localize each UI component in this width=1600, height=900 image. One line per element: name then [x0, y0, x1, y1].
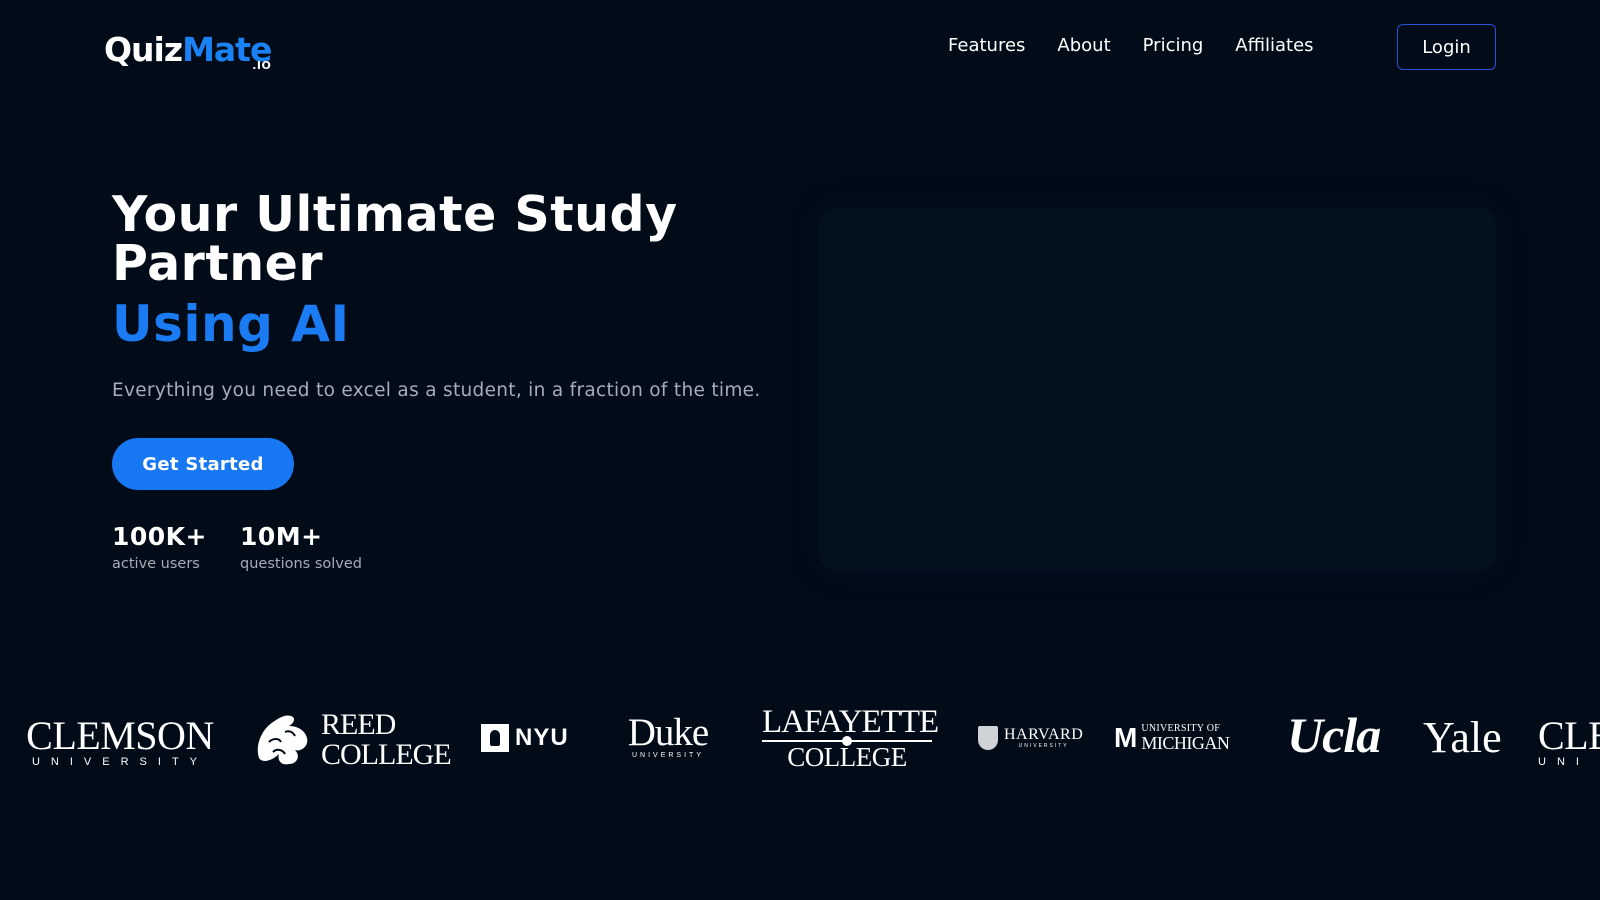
logo-name: NYU [515, 724, 569, 751]
stat-label: questions solved [240, 556, 362, 572]
michigan-logo: M UNIVERSITY OF MICHIGAN [1114, 722, 1230, 753]
logo-name: HARVARD [1004, 726, 1084, 743]
logo-suffix: .IO [252, 59, 272, 72]
logo-name: MICHIGAN [1141, 733, 1230, 753]
stat-value: 10M+ [240, 522, 323, 551]
hero-title-accent: Using AI [112, 295, 350, 353]
ucla-logo: Ucla [1287, 707, 1381, 763]
stat-active-users: 100K+ active users [112, 522, 207, 572]
nav-link-pricing[interactable]: Pricing [1143, 34, 1204, 58]
stat-value: 100K+ [112, 522, 208, 551]
stat-questions-solved: 10M+ questions solved [240, 522, 362, 572]
logo-wordmark-quiz: Quiz [104, 30, 183, 69]
nav-link-about[interactable]: About [1057, 34, 1110, 58]
university-logo-strip: CLEMSON UNIVERSITY REED COLLEGE NYU Duke… [0, 700, 1600, 780]
logo-divider [762, 736, 932, 746]
michigan-logo-text: UNIVERSITY OF MICHIGAN [1141, 724, 1230, 753]
quizmate-logo[interactable]: Quiz Mate .IO [104, 24, 272, 72]
hero-subtitle: Everything you need to excel as a studen… [112, 380, 761, 401]
logo-name: CLEMSON [26, 713, 214, 758]
clemson-logo-repeat: CLE UNI [1538, 713, 1600, 769]
block-m-icon: M [1114, 722, 1138, 753]
harvard-logo-text: HARVARD UNIVERSITY [1004, 726, 1084, 750]
logo-name: CLE [1538, 713, 1600, 758]
hero-stats: 100K+ active users 10M+ questions solved [112, 522, 395, 572]
reed-logo-text: REED COLLEGE [321, 708, 452, 771]
hero-heading: Your Ultimate Study Partner Using AI [112, 190, 832, 354]
duke-logo: Duke UNIVERSITY [622, 711, 714, 759]
logo-name: Duke [627, 711, 709, 754]
site-header: Quiz Mate .IO Features About Pricing Aff… [0, 0, 1600, 94]
logo-sub: UNIVERSITY [631, 752, 704, 759]
nav-link-features[interactable]: Features [948, 34, 1025, 58]
login-button[interactable]: Login [1397, 24, 1496, 70]
nav-link-affiliates[interactable]: Affiliates [1235, 34, 1313, 58]
lafayette-college-logo: LAFAYETTE COLLEGE [762, 704, 939, 772]
nyu-logo: NYU [481, 724, 569, 752]
stat-label: active users [112, 556, 200, 572]
harvard-logo: HARVARD UNIVERSITY [978, 726, 1083, 750]
hero-media-panel [818, 208, 1496, 570]
griffin-crest-icon [257, 715, 308, 765]
torch-icon [481, 724, 509, 752]
clemson-logo: CLEMSON UNIVERSITY [20, 713, 220, 769]
logo-sub: UNIVERSITY [1018, 743, 1069, 749]
shield-icon [978, 726, 998, 750]
yale-logo: Yale [1423, 713, 1502, 762]
main-nav: Features About Pricing Affiliates [948, 34, 1314, 58]
logo-name: REED [321, 708, 396, 741]
hero-title: Your Ultimate Study Partner [112, 186, 678, 292]
logo-name: LAFAYETTE [762, 704, 939, 740]
logo-sub: COLLEGE [321, 738, 452, 771]
logo-sub: UNIVERSITY [31, 756, 208, 768]
logo-sub: COLLEGE [787, 742, 907, 772]
landing-page: Quiz Mate .IO Features About Pricing Aff… [0, 0, 1600, 900]
get-started-button[interactable]: Get Started [112, 438, 294, 490]
